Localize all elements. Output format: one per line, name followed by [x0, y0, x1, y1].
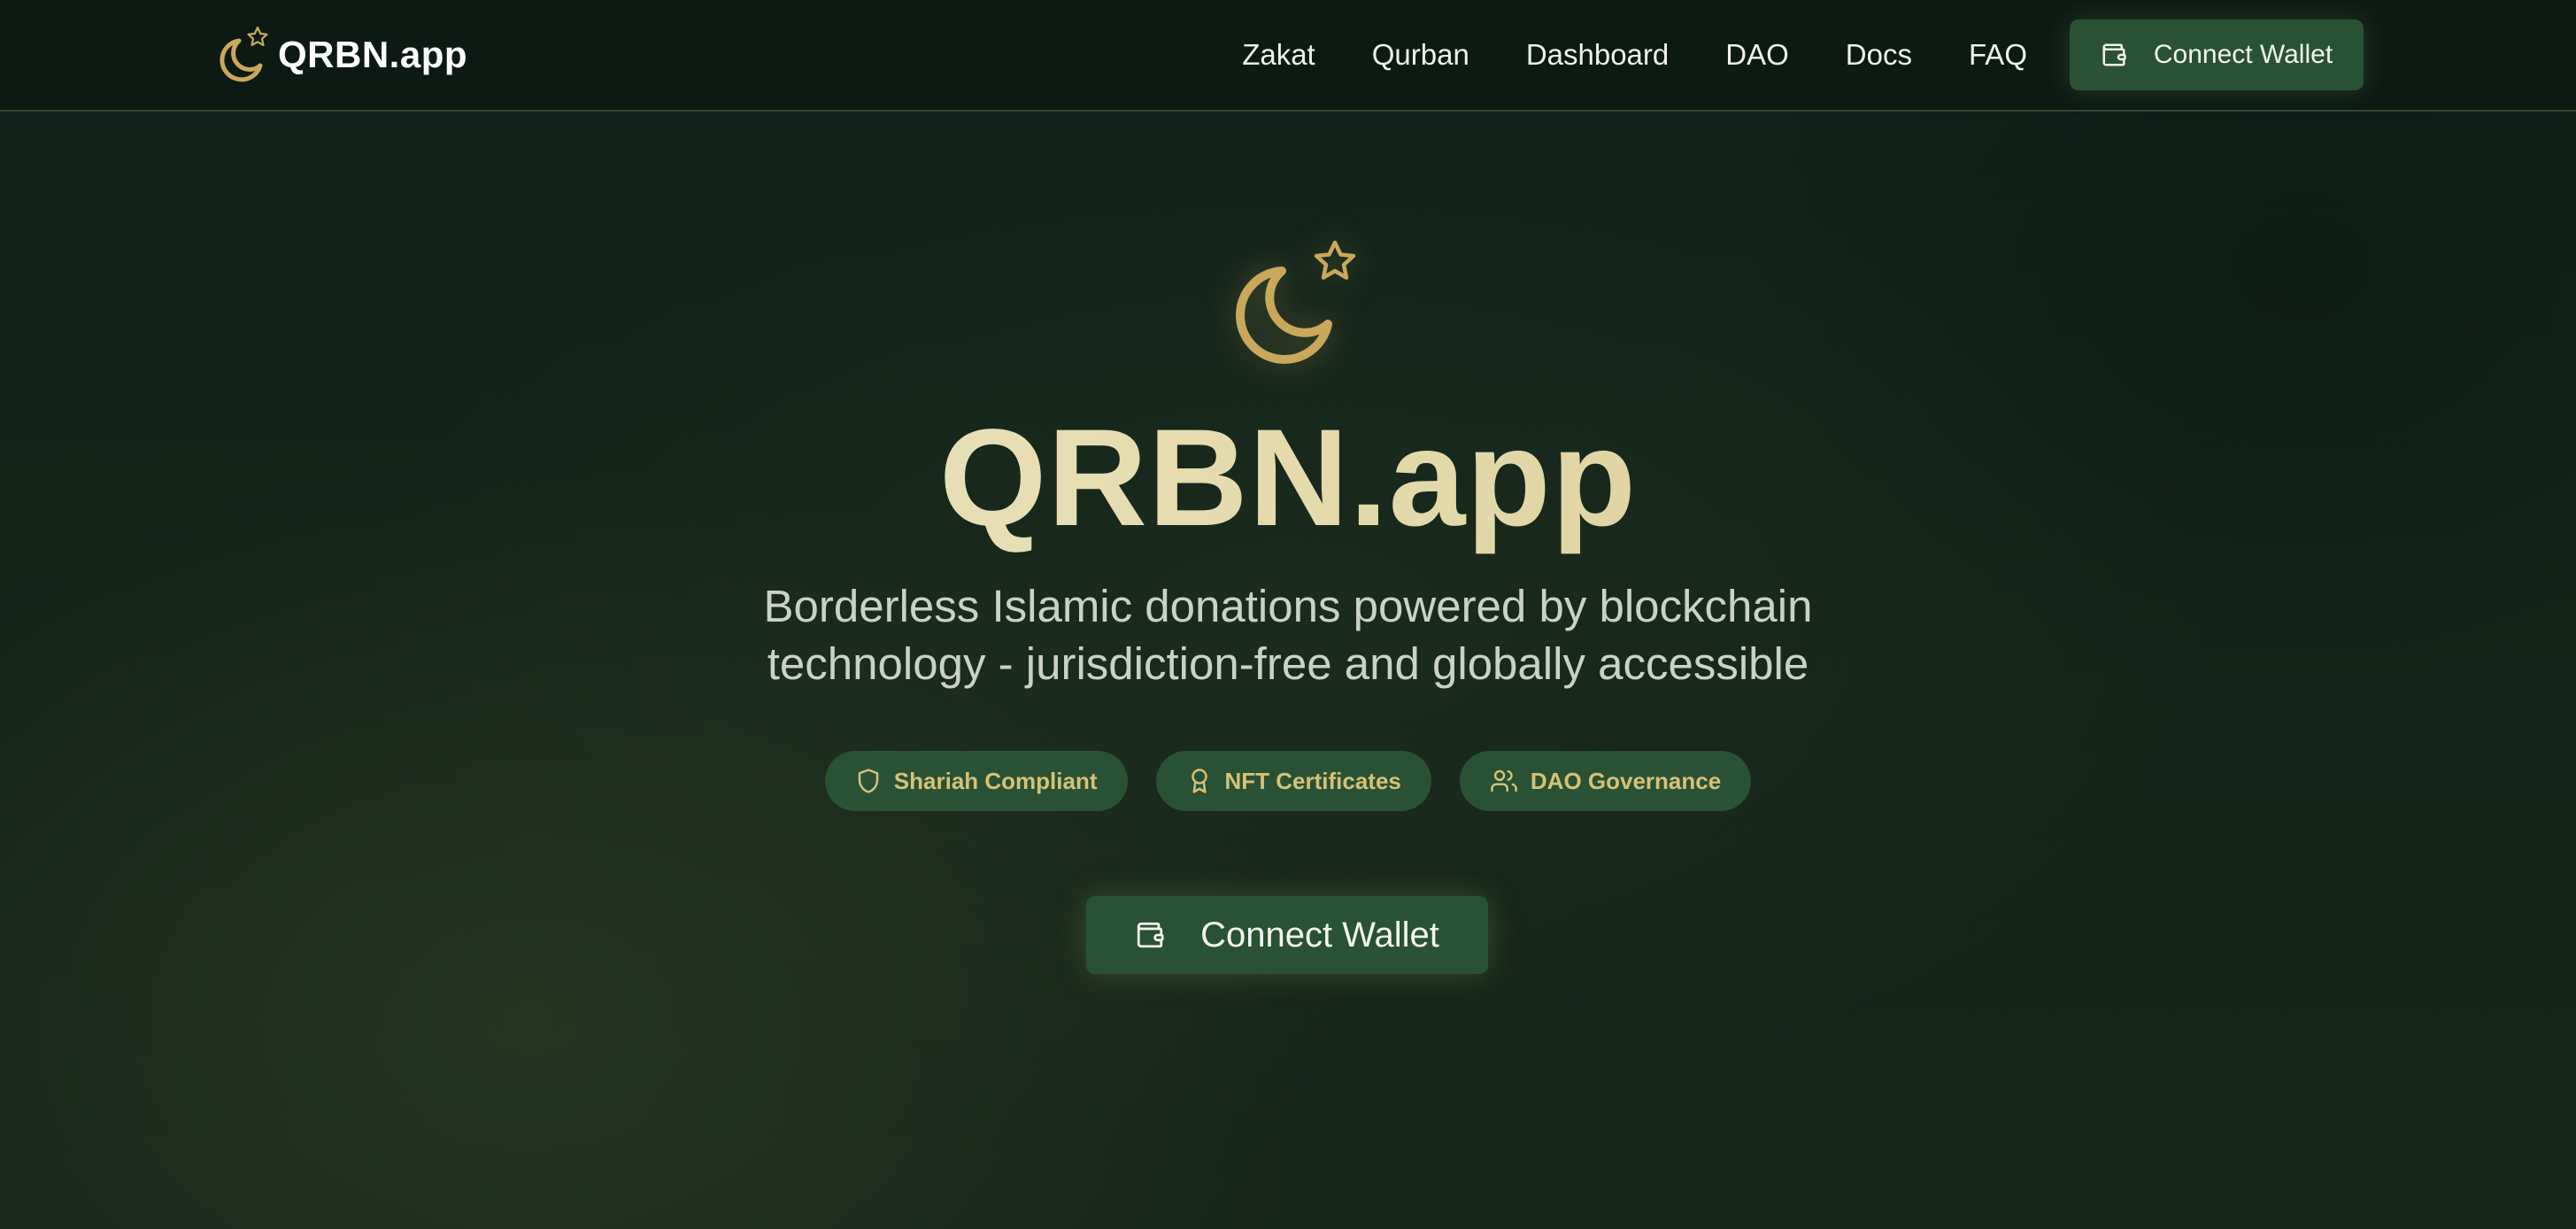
- crescent-star-icon: [1236, 240, 1356, 364]
- badge-dao-governance: DAO Governance: [1459, 751, 1752, 811]
- badge-label: Shariah Compliant: [893, 767, 1098, 794]
- nav-links: Zakat Qurban Dashboard DAO Docs FAQ: [1242, 0, 2027, 110]
- wallet-icon: [2102, 43, 2126, 66]
- nav-link-dashboard[interactable]: Dashboard: [1526, 38, 1669, 72]
- nav-connect-wallet-button[interactable]: Connect Wallet: [2070, 19, 2364, 90]
- shield-icon: [858, 769, 879, 793]
- badge-shariah-compliant: Shariah Compliant: [824, 751, 1128, 811]
- nav-connect-wallet-label: Connect Wallet: [2153, 40, 2333, 69]
- hero-subtitle: Borderless Islamic donations powered by …: [763, 581, 1813, 689]
- nav-link-dao[interactable]: DAO: [1725, 38, 1789, 72]
- nav-link-docs[interactable]: Docs: [1846, 38, 1912, 72]
- crescent-star-icon: [220, 26, 268, 82]
- hero-connect-wallet-label: Connect Wallet: [1200, 915, 1439, 955]
- nav-link-qurban[interactable]: Qurban: [1372, 38, 1469, 72]
- badge-nft-certificates: NFT Certificates: [1155, 751, 1431, 811]
- navbar: QRBN.app Zakat Qurban Dashboard DAO Docs…: [0, 0, 2576, 112]
- badge-label: DAO Governance: [1530, 767, 1722, 794]
- hero-connect-wallet-button[interactable]: Connect Wallet: [1086, 896, 1488, 974]
- nav-link-zakat[interactable]: Zakat: [1242, 38, 1315, 72]
- brand-logo[interactable]: QRBN.app: [212, 18, 467, 92]
- brand-name: QRBN.app: [278, 34, 467, 75]
- users-icon: [1491, 769, 1517, 792]
- wallet-icon: [1137, 922, 1164, 948]
- feature-badges: Shariah Compliant NFT Certificates DAO G…: [0, 751, 2576, 811]
- nav-link-faq[interactable]: FAQ: [1969, 38, 2027, 72]
- badge-label: NFT Certificates: [1224, 767, 1401, 794]
- hero-title: QRBN.app: [0, 398, 2576, 558]
- award-icon: [1191, 769, 1207, 793]
